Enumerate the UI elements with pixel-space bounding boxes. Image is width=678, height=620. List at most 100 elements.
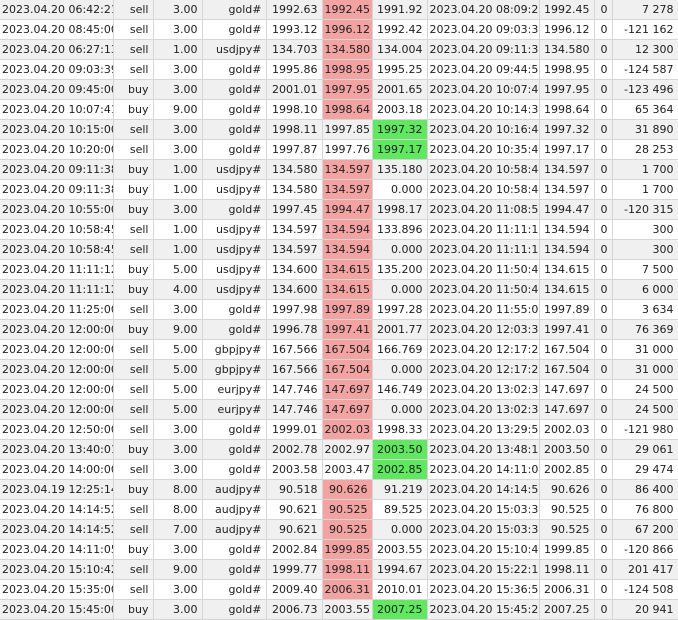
table-row[interactable]: 2023.04.20 10:07:41 buy 9.00 gold# 1998.10 19… [0,99,678,120]
open-price-cell: 1997.87 [266,139,323,160]
table-row[interactable]: 2023.04.20 12:00:00 sell 5.00 eurjpy# 147.74… [0,379,678,400]
symbol-cell: usdjpy# [202,159,267,180]
commission-cell: 0 [594,439,613,460]
volume-cell: 1.00 [153,159,203,180]
take-profit-cell: 2001.65 [372,79,428,100]
take-profit-cell: 133.896 [372,219,428,240]
open-time-cell: 2023.04.20 14:00:00 [0,459,114,480]
stop-loss-cell: 1994.47 [322,199,373,220]
open-time-cell: 2023.04.20 14:11:05 [0,539,114,560]
table-row[interactable]: 2023.04.20 14:14:52 sell 7.00 audjpy# 90.621… [0,519,678,540]
table-row[interactable]: 2023.04.20 10:15:00 sell 3.00 gold# 1998.11 1… [0,119,678,140]
close-time-cell: 2023.04.20 10:16:44 [427,119,540,140]
commission-cell: 0 [594,579,613,600]
table-row[interactable]: 2023.04.20 12:50:00 sell 3.00 gold# 1999.01 2… [0,419,678,440]
table-row[interactable]: 2023.04.20 10:55:00 buy 3.00 gold# 1997.45 19… [0,199,678,220]
trade-history-table: 2023.04.20 06:42:21 sell 3.00 gold# 1992.63 1… [0,0,678,620]
table-row[interactable]: 2023.04.20 15:45:00 buy 3.00 gold# 2006.73 20… [0,599,678,620]
close-price-cell: 134.615 [539,279,595,300]
close-price-cell: 134.615 [539,259,595,280]
close-time-cell: 2023.04.20 09:03:39 [427,19,540,40]
symbol-cell: gold# [202,439,267,460]
close-time-cell: 2023.04.20 11:11:12 [427,239,540,260]
table-row[interactable]: 2023.04.20 10:58:45 sell 1.00 usdjpy# 134.59… [0,239,678,260]
table-row[interactable]: 2023.04.20 15:10:42 sell 9.00 gold# 1999.77 1… [0,559,678,580]
table-row[interactable]: 2023.04.20 06:42:21 sell 3.00 gold# 1992.63 1… [0,0,678,20]
table-row[interactable]: 2023.04.20 11:11:12 buy 4.00 usdjpy# 134.600… [0,279,678,300]
table-row[interactable]: 2023.04.20 11:25:00 sell 3.00 gold# 1997.98 1… [0,299,678,320]
table-row[interactable]: 2023.04.20 10:20:00 sell 3.00 gold# 1997.87 1… [0,139,678,160]
take-profit-cell: 0.000 [372,239,428,260]
open-price-cell: 2003.58 [266,459,323,480]
open-price-cell: 1998.10 [266,99,323,120]
volume-cell: 3.00 [153,199,203,220]
commission-cell: 0 [594,79,613,100]
table-row[interactable]: 2023.04.20 13:40:01 buy 3.00 gold# 2002.78 20… [0,439,678,460]
table-row[interactable]: 2023.04.20 09:11:38 buy 1.00 usdjpy# 134.580… [0,159,678,180]
symbol-cell: gbpjpy# [202,339,267,360]
close-price-cell: 90.525 [539,519,595,540]
type-cell: sell [113,419,154,440]
table-row[interactable]: 2023.04.20 12:00:00 buy 9.00 gold# 1996.78 19… [0,319,678,340]
table-row[interactable]: 2023.04.20 12:00:00 sell 5.00 gbpjpy# 167.56… [0,359,678,380]
table-row[interactable]: 2023.04.20 06:27:13 sell 1.00 usdjpy# 134.70… [0,39,678,60]
table-row[interactable]: 2023.04.20 12:00:00 sell 5.00 gbpjpy# 167.56… [0,339,678,360]
table-row[interactable]: 2023.04.20 10:58:45 sell 1.00 usdjpy# 134.59… [0,219,678,240]
profit-cell: 29 061 [612,439,678,460]
table-row[interactable]: 2023.04.20 09:45:00 buy 3.00 gold# 2001.01 19… [0,79,678,100]
close-time-cell: 2023.04.20 12:03:35 [427,319,540,340]
type-cell: sell [113,119,154,140]
type-cell: buy [113,319,154,340]
open-time-cell: 2023.04.20 06:42:21 [0,0,114,20]
commission-cell: 0 [594,0,613,20]
open-time-cell: 2023.04.20 09:11:38 [0,179,114,200]
close-price-cell: 134.594 [539,239,595,260]
table-row[interactable]: 2023.04.20 11:11:12 buy 5.00 usdjpy# 134.600… [0,259,678,280]
profit-cell: 12 300 [612,39,678,60]
close-time-cell: 2023.04.20 15:36:52 [427,579,540,600]
table-row[interactable]: 2023.04.20 15:35:00 sell 3.00 gold# 2009.40 2… [0,579,678,600]
table-row[interactable]: 2023.04.20 12:00:00 sell 5.00 eurjpy# 147.74… [0,399,678,420]
stop-loss-cell: 134.615 [322,259,373,280]
table-row[interactable]: 2023.04.20 14:14:52 sell 8.00 audjpy# 90.621… [0,499,678,520]
open-time-cell: 2023.04.20 13:40:01 [0,439,114,460]
table-row[interactable]: 2023.04.20 08:45:00 sell 3.00 gold# 1993.12 1… [0,19,678,40]
open-price-cell: 167.566 [266,339,323,360]
table-row[interactable]: 2023.04.19 12:25:14 buy 8.00 audjpy# 90.518 9… [0,479,678,500]
volume-cell: 3.00 [153,79,203,100]
open-time-cell: 2023.04.20 10:58:45 [0,239,114,260]
close-price-cell: 167.504 [539,339,595,360]
close-time-cell: 2023.04.20 09:11:38 [427,39,540,60]
type-cell: buy [113,539,154,560]
close-price-cell: 1997.95 [539,79,595,100]
close-time-cell: 2023.04.20 10:35:48 [427,139,540,160]
stop-loss-cell: 2003.47 [322,459,373,480]
take-profit-cell: 2003.55 [372,539,428,560]
stop-loss-cell: 1998.11 [322,559,373,580]
open-price-cell: 1993.12 [266,19,323,40]
table-row[interactable]: 2023.04.20 14:00:00 sell 3.00 gold# 2003.58 2… [0,459,678,480]
volume-cell: 9.00 [153,559,203,580]
stop-loss-cell: 1997.41 [322,319,373,340]
table-row[interactable]: 2023.04.20 14:11:05 buy 3.00 gold# 2002.84 19… [0,539,678,560]
open-price-cell: 1997.45 [266,199,323,220]
take-profit-cell: 166.769 [372,339,428,360]
type-cell: sell [113,339,154,360]
volume-cell: 3.00 [153,439,203,460]
open-time-cell: 2023.04.20 09:11:38 [0,159,114,180]
close-price-cell: 1997.17 [539,139,595,160]
type-cell: sell [113,19,154,40]
table-row[interactable]: 2023.04.20 09:11:38 buy 1.00 usdjpy# 134.580… [0,179,678,200]
profit-cell: 6 000 [612,279,678,300]
table-row[interactable]: 2023.04.20 09:03:39 sell 3.00 gold# 1995.86 1… [0,59,678,80]
type-cell: sell [113,519,154,540]
type-cell: sell [113,399,154,420]
close-time-cell: 2023.04.20 10:07:41 [427,79,540,100]
open-price-cell: 2001.01 [266,79,323,100]
type-cell: sell [113,39,154,60]
profit-cell: -121 980 [612,419,678,440]
commission-cell: 0 [594,59,613,80]
open-time-cell: 2023.04.20 06:27:13 [0,39,114,60]
type-cell: buy [113,279,154,300]
open-time-cell: 2023.04.20 11:11:12 [0,279,114,300]
